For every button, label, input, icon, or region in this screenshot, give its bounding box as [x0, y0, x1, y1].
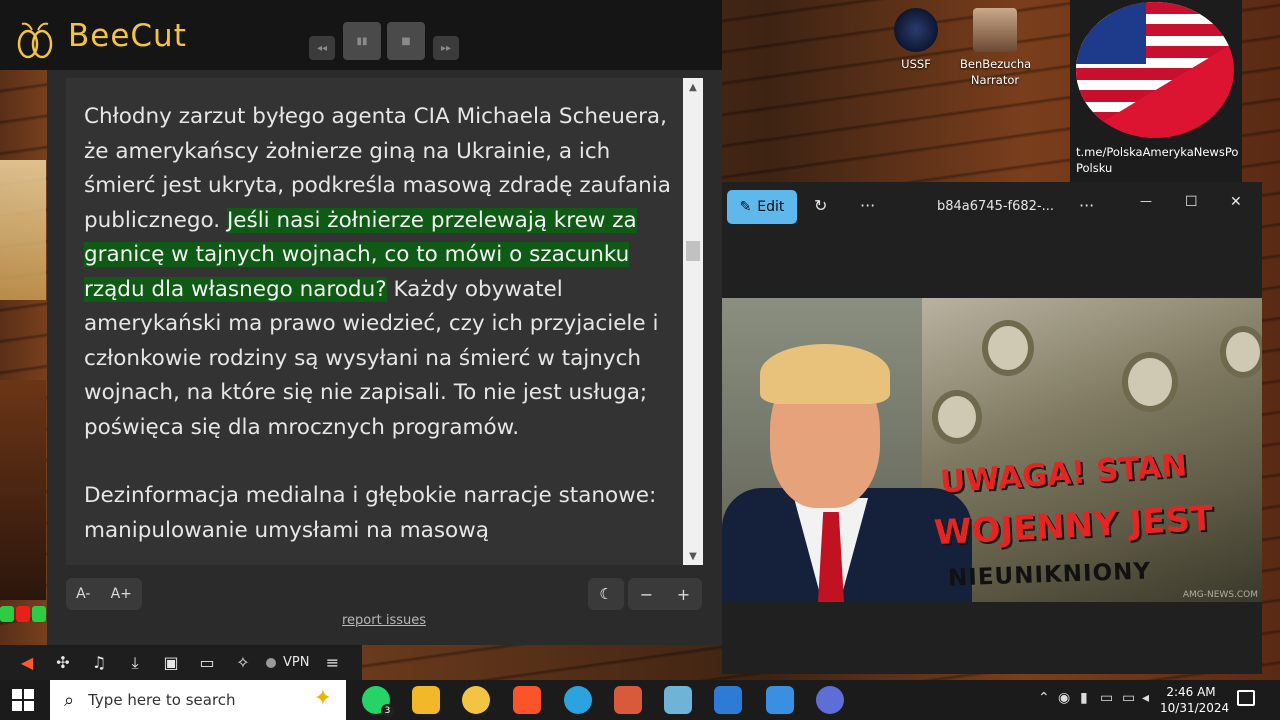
meet-icon[interactable]: ◉ — [1058, 690, 1070, 706]
network-icon[interactable]: ▭ — [1100, 690, 1113, 706]
stop-button[interactable]: ■ — [387, 22, 425, 60]
beecut-taskbar-icon[interactable] — [462, 686, 490, 714]
clock-time: 2:46 AM — [1166, 685, 1216, 699]
bee-logo-icon — [17, 22, 53, 59]
vpn-toggle[interactable]: VPN — [266, 650, 309, 676]
pause-button[interactable]: ▮▮ — [343, 22, 381, 60]
telegram-link[interactable]: t.me/PolskaAmerykaNewsPo Polsku — [1076, 144, 1242, 176]
green-tag-icon[interactable] — [0, 606, 14, 622]
taskbar: ⌕ Type here to search ✦ 3 ⌃ ◉ ▮ ▭ ▭ ◂ 2:… — [0, 680, 1280, 720]
brave-icon[interactable] — [513, 686, 541, 714]
rewind-button[interactable]: ◂◂ — [309, 36, 335, 60]
file-name: b84a6745-f682-... — [937, 199, 1055, 214]
zoom-controls: − + — [628, 578, 702, 610]
edge-app-icons — [0, 606, 46, 626]
minimize-button[interactable]: — — [1140, 194, 1152, 208]
wallpaper-lower-wall — [0, 380, 46, 600]
edit-button[interactable]: ✎ Edit — [727, 190, 797, 224]
app-icon[interactable] — [664, 686, 692, 714]
clock-date: 10/31/2024 — [1160, 701, 1230, 715]
music-icon[interactable]: ♫ — [86, 650, 112, 676]
windows-start-icon[interactable] — [12, 689, 34, 711]
reader-scrollbar[interactable]: ▲ ▼ — [683, 78, 703, 565]
leo-icon[interactable]: ✧ — [230, 650, 256, 676]
scroll-thumb[interactable] — [686, 241, 700, 261]
photo-image: UWAGA! STAN WOJENNY JEST NIEUNIKNIONY AM… — [722, 298, 1262, 602]
browser-toolbar: ◀ ✣ ♫ ⤓ ▣ ▭ ✧ VPN ≡ — [0, 645, 362, 680]
narrator-avatar-icon — [973, 8, 1017, 52]
edit-label: Edit — [757, 199, 785, 215]
edit-pencil-icon: ✎ — [739, 199, 752, 215]
desktop-icon-label: BenBezucha Narrator — [960, 57, 1032, 87]
wallet-icon[interactable]: ▭ — [194, 650, 220, 676]
search-placeholder: Type here to search — [88, 691, 236, 709]
reader-text: Chłodny zarzut byłego agenta CIA Michael… — [84, 100, 674, 565]
scroll-down-arrow-icon[interactable]: ▼ — [683, 547, 703, 565]
vpn-status-dot-icon — [266, 657, 276, 668]
font-increase-button[interactable]: A+ — [111, 586, 132, 602]
desktop-icon-ussf[interactable]: USSF — [881, 8, 951, 72]
beecut-toolbar: BeeCut ◂◂ ▮▮ ■ ▸▸ — [0, 0, 722, 70]
desktop-icon-label: USSF — [901, 57, 931, 71]
reader-paragraph-1: Chłodny zarzut byłego agenta CIA Michael… — [84, 100, 674, 445]
menu-icon[interactable]: ≡ — [319, 650, 345, 676]
whatsapp-icon[interactable]: 3 — [362, 686, 394, 717]
zoom-out-button[interactable]: − — [640, 585, 653, 604]
zoom-in-button[interactable]: + — [677, 585, 690, 604]
rotate-icon[interactable]: ↻ — [814, 196, 827, 215]
close-button[interactable]: ✕ — [1230, 194, 1242, 210]
sidebar-icon[interactable]: ▣ — [158, 650, 184, 676]
photos-taskbar-icon[interactable] — [766, 686, 794, 714]
theme-moon-icon[interactable]: ☾ — [588, 578, 624, 610]
green-tag-icon[interactable] — [32, 606, 46, 622]
telegram-flag-card[interactable]: t.me/PolskaAmerykaNewsPo Polsku — [1070, 0, 1242, 182]
wallpaper-window-light — [0, 160, 46, 300]
file-explorer-icon[interactable] — [412, 686, 440, 714]
photos-window: ✎ Edit ↻ ··· b84a6745-f682-... ··· — ☐ ✕… — [722, 182, 1262, 674]
search-icon: ⌕ — [64, 689, 75, 711]
desktop-icon-benbezucha[interactable]: BenBezucha Narrator — [960, 8, 1032, 88]
more-options-icon[interactable]: ··· — [1079, 196, 1094, 215]
scroll-up-arrow-icon[interactable]: ▲ — [683, 78, 703, 96]
app-icon[interactable] — [816, 686, 844, 714]
vpn-label: VPN — [283, 655, 310, 670]
forward-button[interactable]: ▸▸ — [433, 36, 459, 60]
show-hidden-icons-icon[interactable]: ⌃ — [1038, 690, 1050, 706]
font-size-controls: A- A+ — [66, 578, 142, 610]
volume-icon[interactable]: ◂ — [1142, 690, 1149, 706]
media-player-icon[interactable] — [714, 686, 742, 714]
font-decrease-button[interactable]: A- — [76, 586, 90, 602]
taskbar-clock[interactable]: 2:46 AM 10/31/2024 — [1160, 684, 1230, 716]
reader-paragraph-2: Dezinformacja medialna i głębokie narrac… — [84, 483, 657, 543]
ussf-logo-icon — [894, 8, 938, 52]
photo-watermark: AMG-NEWS.COM — [1182, 590, 1258, 600]
app-icon[interactable] — [614, 686, 642, 714]
megaphone-icon[interactable]: ◀ — [14, 650, 40, 676]
puzzle-icon[interactable]: ✣ — [50, 650, 76, 676]
photos-titlebar: ✎ Edit ↻ ··· b84a6745-f682-... ··· — ☐ ✕ — [722, 182, 1262, 234]
maximize-button[interactable]: ☐ — [1185, 194, 1198, 210]
taskbar-search[interactable]: ⌕ Type here to search ✦ — [50, 680, 346, 720]
beecut-title: BeeCut — [68, 18, 187, 54]
youtube-tag-icon[interactable] — [16, 606, 30, 622]
report-issues-link[interactable]: report issues — [342, 613, 426, 628]
battery-icon[interactable]: ▭ — [1122, 690, 1135, 706]
whatsapp-badge: 3 — [381, 704, 394, 717]
download-icon[interactable]: ⤓ — [122, 650, 148, 676]
notification-icon[interactable] — [1237, 690, 1255, 706]
soldiers-background — [922, 298, 1262, 602]
more-options-icon[interactable]: ··· — [860, 196, 875, 215]
microphone-icon[interactable]: ▮ — [1080, 690, 1088, 706]
reader-text-area[interactable]: Chłodny zarzut byłego agenta CIA Michael… — [66, 78, 684, 565]
telegram-icon[interactable] — [564, 686, 592, 714]
reader-panel: Chłodny zarzut byłego agenta CIA Michael… — [47, 70, 722, 645]
copilot-sparkle-icon[interactable]: ✦ — [314, 686, 332, 711]
us-poland-flag-icon — [1076, 2, 1234, 138]
